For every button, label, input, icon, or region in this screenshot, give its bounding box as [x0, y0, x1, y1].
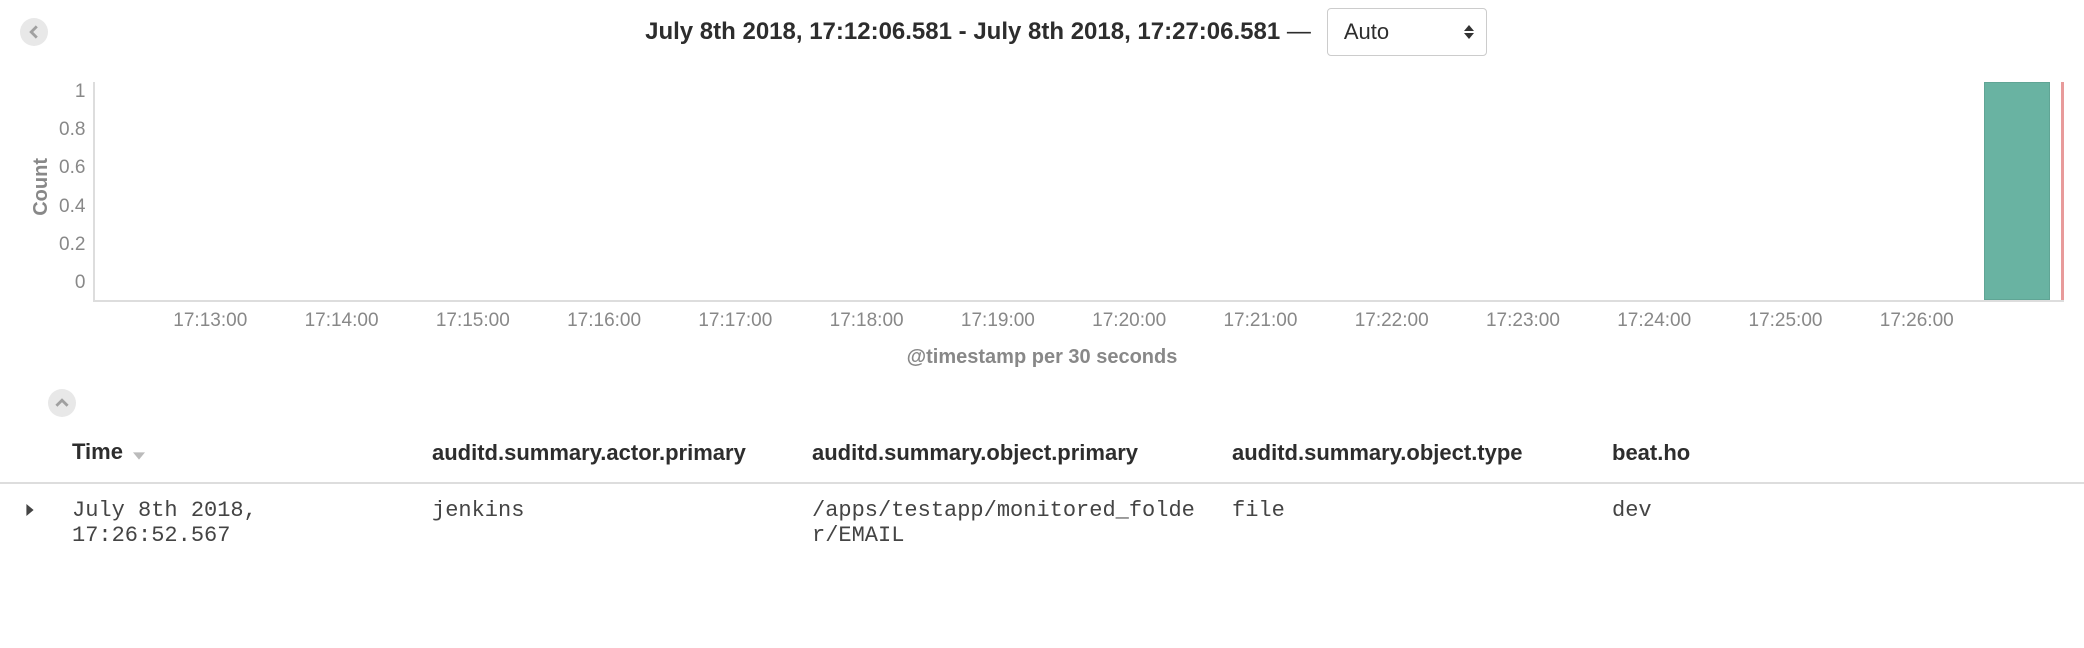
x-tick: 17:26:00 [1880, 310, 1954, 332]
caret-right-icon [25, 504, 35, 516]
cell-type: file [1220, 483, 1600, 562]
col-time-label: Time [72, 439, 123, 464]
interval-select[interactable]: Auto [1327, 8, 1487, 56]
table-row: July 8th 2018, 17:26:52.567 jenkins /app… [0, 483, 2084, 562]
x-tick: 17:20:00 [1092, 310, 1166, 332]
time-marker [2061, 82, 2064, 300]
plot-area[interactable] [93, 82, 2064, 302]
x-tick: 17:16:00 [567, 310, 641, 332]
col-host-header[interactable]: beat.ho [1600, 427, 2084, 483]
x-ticks-row: 17:13:00 17:14:00 17:15:00 17:16:00 17:17:00… [93, 310, 2062, 338]
y-tick: 0.4 [59, 197, 85, 216]
chart-bar[interactable] [1984, 82, 2050, 300]
chevron-up-icon [55, 396, 69, 410]
time-range-label: July 8th 2018, 17:12:06.581 - July 8th 2… [645, 18, 1311, 46]
results-table: Time auditd.summary.actor.primary auditd… [0, 427, 2084, 562]
y-tick: 1 [75, 82, 86, 101]
y-ticks: 1 0.8 0.6 0.4 0.2 0 [59, 82, 93, 292]
chevron-left-icon [27, 25, 41, 39]
col-type-header[interactable]: auditd.summary.object.type [1220, 427, 1600, 483]
x-tick: 17:13:00 [173, 310, 247, 332]
time-sep: - [959, 18, 974, 45]
y-tick: 0.6 [59, 158, 85, 177]
interval-value: Auto [1344, 19, 1389, 45]
sort-desc-icon [133, 440, 145, 466]
col-actor-header[interactable]: auditd.summary.actor.primary [420, 427, 800, 483]
row-expander[interactable] [0, 483, 60, 562]
collapse-button[interactable] [48, 389, 76, 417]
x-tick: 17:24:00 [1617, 310, 1691, 332]
x-tick: 17:21:00 [1223, 310, 1297, 332]
select-caret-icon [1464, 25, 1474, 39]
header-center: July 8th 2018, 17:12:06.581 - July 8th 2… [48, 8, 2084, 56]
cell-host: dev [1600, 483, 2084, 562]
x-tick: 17:25:00 [1749, 310, 1823, 332]
back-button[interactable] [20, 18, 48, 46]
header-row: July 8th 2018, 17:12:06.581 - July 8th 2… [0, 0, 2084, 72]
x-tick: 17:18:00 [830, 310, 904, 332]
x-tick: 17:17:00 [698, 310, 772, 332]
x-tick: 17:14:00 [305, 310, 379, 332]
x-tick: 17:15:00 [436, 310, 510, 332]
col-time-header[interactable]: Time [60, 427, 420, 483]
time-to: July 8th 2018, 17:27:06.581 [973, 18, 1280, 45]
y-tick: 0 [75, 273, 86, 292]
col-object-header[interactable]: auditd.summary.object.primary [800, 427, 1220, 483]
time-dash: — [1287, 18, 1311, 45]
x-tick: 17:22:00 [1355, 310, 1429, 332]
x-axis-label: @timestamp per 30 seconds [0, 346, 2084, 369]
chart: Count 1 0.8 0.6 0.4 0.2 0 [0, 72, 2084, 302]
time-from: July 8th 2018, 17:12:06.581 [645, 18, 952, 45]
table-header-row: Time auditd.summary.actor.primary auditd… [0, 427, 2084, 483]
y-tick: 0.2 [59, 235, 85, 254]
y-axis-label: Count [30, 158, 53, 216]
x-tick: 17:23:00 [1486, 310, 1560, 332]
expander-header [0, 427, 60, 483]
x-tick: 17:19:00 [961, 310, 1035, 332]
cell-object: /apps/testapp/monitored_folder/EMAIL [800, 483, 1220, 562]
y-tick: 0.8 [59, 120, 85, 139]
cell-time: July 8th 2018, 17:26:52.567 [60, 483, 420, 562]
cell-actor: jenkins [420, 483, 800, 562]
